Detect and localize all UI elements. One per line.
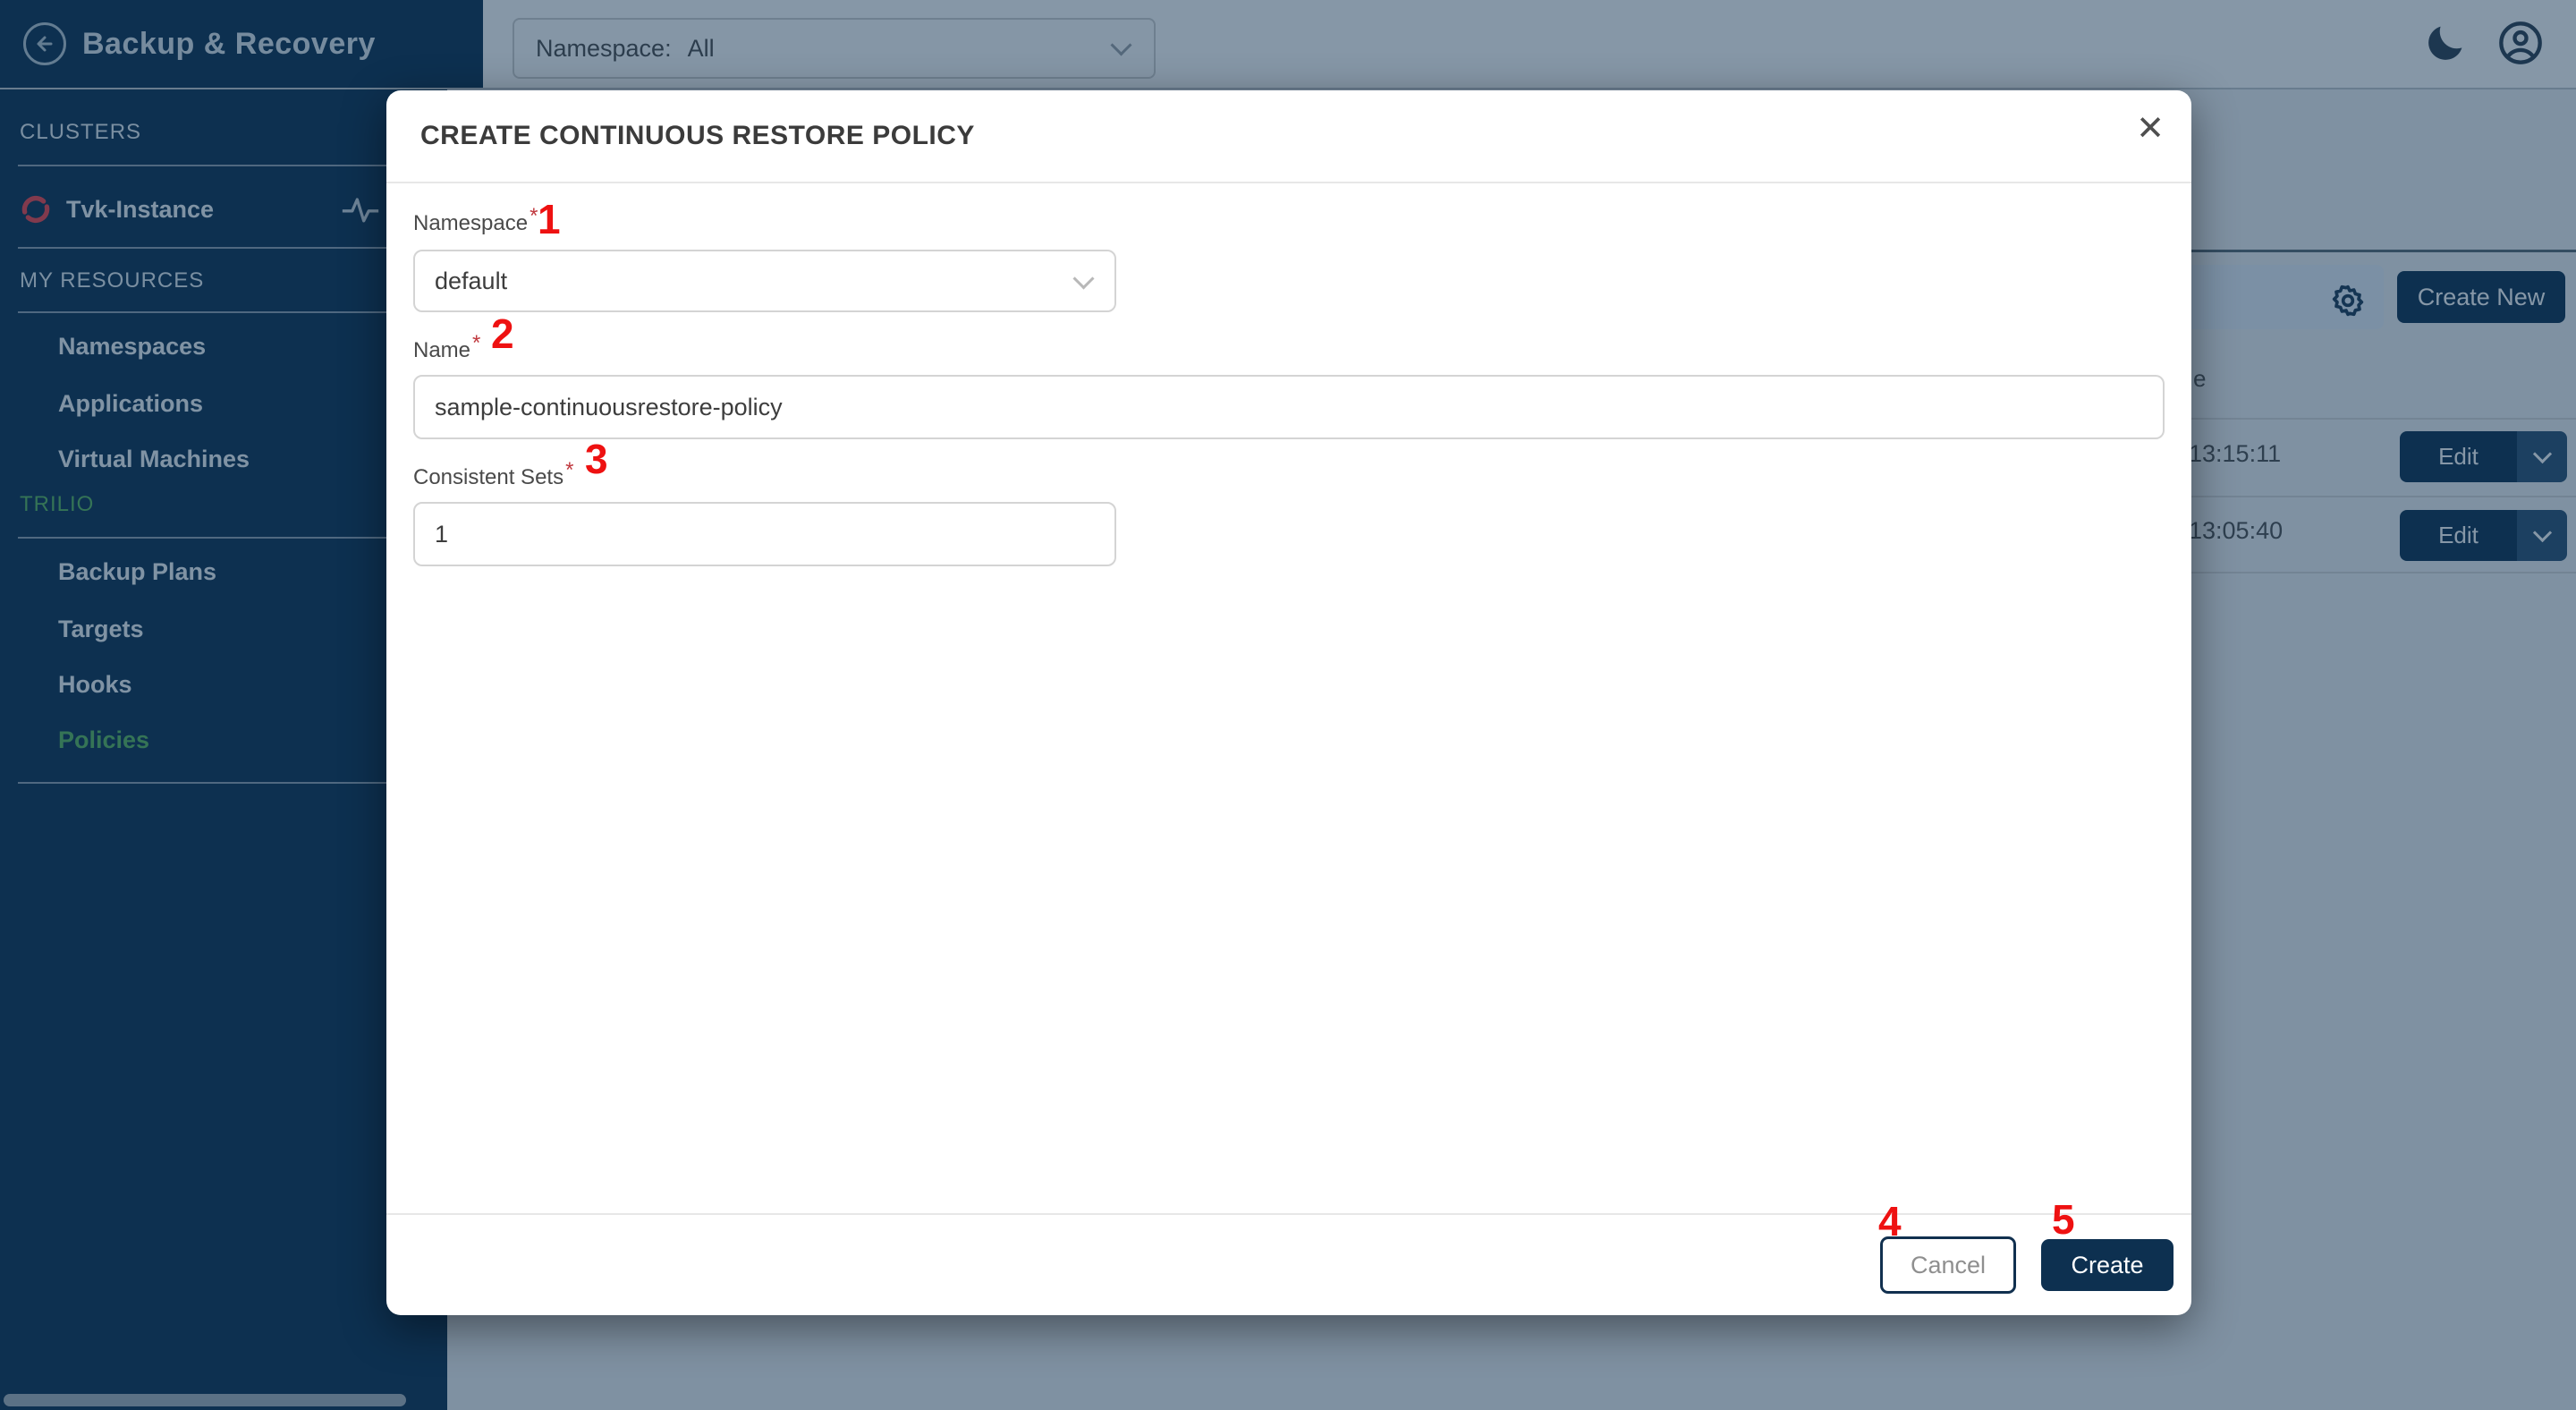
label-text: Consistent Sets [413,465,564,489]
required-asterisk: * [565,458,573,482]
namespace-field-label: Namespace* [413,210,2165,237]
consistent-sets-input[interactable] [413,502,1116,566]
namespace-dropdown[interactable]: default [413,250,1116,312]
close-icon[interactable]: ✕ [2136,112,2165,146]
app-root: CLUSTERS Tvk-Instance MY RESOURCES Names… [0,0,2576,1410]
modal-header: CREATE CONTINUOUS RESTORE POLICY ✕ [386,90,2191,183]
annotation-3: 3 [585,438,608,480]
create-continuous-restore-policy-modal: CREATE CONTINUOUS RESTORE POLICY ✕ Names… [386,90,2191,1315]
modal-footer: Cancel Create [386,1213,2191,1315]
modal-body: Namespace* default Name* Consistent Sets… [386,183,2191,566]
consistent-sets-field-label: Consistent Sets* [413,464,2165,491]
annotation-2: 2 [491,313,514,354]
annotation-5: 5 [2052,1199,2075,1240]
annotation-1: 1 [538,199,561,240]
label-text: Name [413,338,470,362]
namespace-dropdown-value: default [415,251,1114,310]
name-field-label: Name* [413,337,2165,364]
name-input[interactable] [413,375,2165,439]
required-asterisk: * [472,331,480,355]
create-button[interactable]: Create [2041,1239,2174,1291]
cancel-button[interactable]: Cancel [1880,1236,2016,1294]
required-asterisk: * [530,204,538,228]
modal-title: CREATE CONTINUOUS RESTORE POLICY [420,90,975,182]
annotation-4: 4 [1878,1201,1902,1242]
label-text: Namespace [413,211,528,235]
